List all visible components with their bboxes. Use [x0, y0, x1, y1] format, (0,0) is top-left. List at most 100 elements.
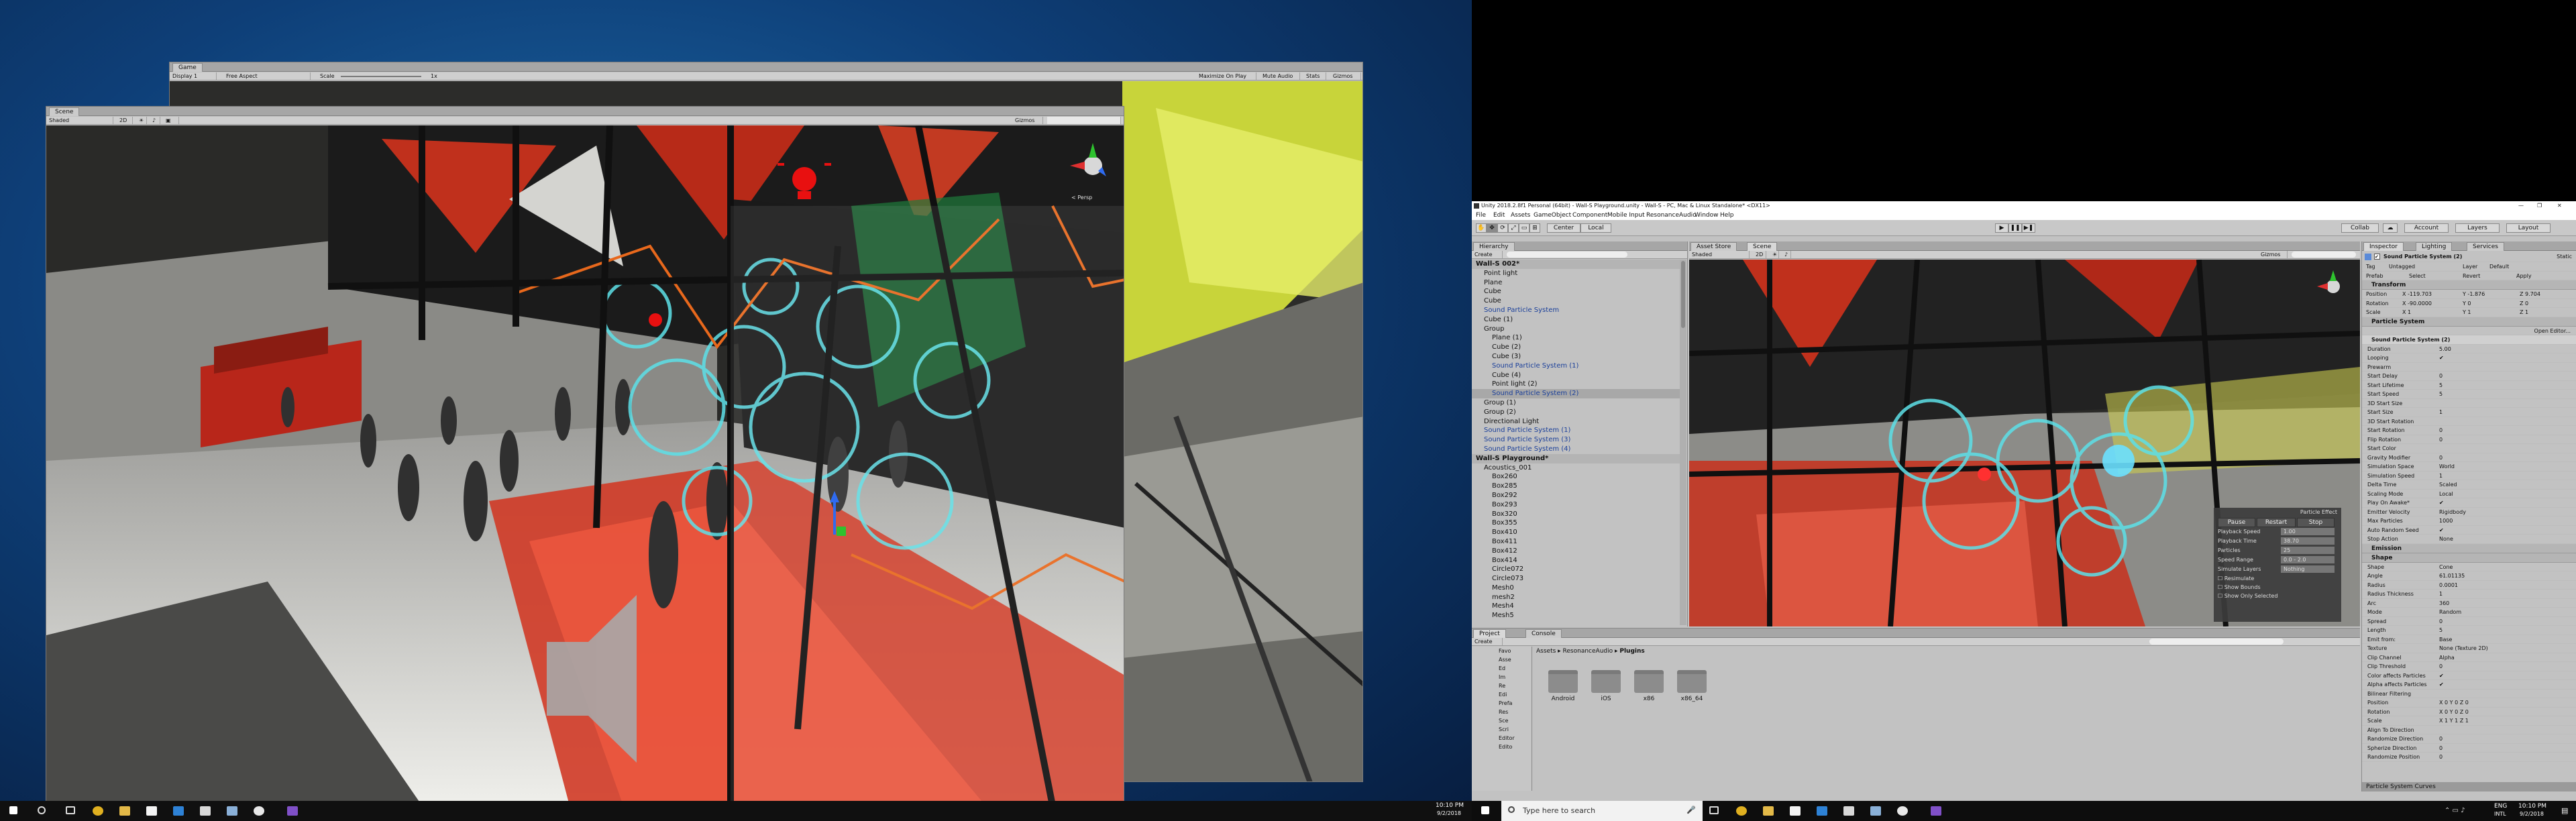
- maximize-on-play-toggle[interactable]: Maximize On Play: [1196, 72, 1256, 80]
- hierarchy-item[interactable]: Cube (2): [1472, 343, 1681, 352]
- object-name-field[interactable]: Sound Particle System (2): [2383, 252, 2462, 262]
- transform-tool-button[interactable]: ⊞: [1529, 223, 1540, 233]
- inspector-field-value[interactable]: None: [2439, 535, 2453, 543]
- hierarchy-item[interactable]: Sound Particle System (4): [1472, 445, 1681, 454]
- tab-services[interactable]: Services: [2467, 242, 2504, 251]
- tag-dropdown[interactable]: Untagged: [2389, 262, 2415, 271]
- particle-effect-checkbox[interactable]: ☐ Show Only Selected: [2214, 592, 2341, 600]
- scene-2d-toggle[interactable]: 2D: [1753, 251, 1766, 258]
- tab-console[interactable]: Console: [1525, 629, 1562, 638]
- scale-slider[interactable]: [341, 76, 421, 77]
- scene-search-input[interactable]: [1047, 117, 1121, 124]
- hierarchy-item[interactable]: Mesh5: [1472, 611, 1681, 620]
- rect-tool-button[interactable]: ▭: [1519, 223, 1529, 233]
- layers-dropdown[interactable]: Layers: [2455, 223, 2500, 233]
- tab-scene[interactable]: Scene: [49, 107, 80, 116]
- particle-effect-value[interactable]: 38.70: [2281, 537, 2334, 545]
- scene-view[interactable]: < Persp: [46, 125, 1124, 804]
- hierarchy-item[interactable]: Directional Light: [1472, 417, 1681, 427]
- hierarchy-item[interactable]: Mesh0: [1472, 584, 1681, 593]
- task-view-icon-right[interactable]: [1709, 806, 1719, 814]
- menu-gameobject[interactable]: GameObject: [1534, 211, 1571, 220]
- scene-view-right[interactable]: Particle Effect Pause Restart Stop Playb…: [1689, 260, 2360, 626]
- hierarchy-item[interactable]: Cube (1): [1472, 315, 1681, 325]
- hierarchy-item[interactable]: Circle072: [1472, 565, 1681, 574]
- inspector-field-value[interactable]: 0: [2439, 744, 2443, 753]
- hierarchy-item[interactable]: Box293: [1472, 500, 1681, 510]
- unity-taskbar-icon[interactable]: [254, 806, 264, 816]
- visual-studio-icon[interactable]: [287, 806, 298, 816]
- breadcrumb-assets[interactable]: Assets: [1536, 648, 1556, 655]
- chrome-icon-right[interactable]: [1736, 806, 1747, 816]
- inspector-field-value[interactable]: Alpha: [2439, 653, 2455, 662]
- inspector-field-value[interactable]: ✔: [2439, 680, 2444, 689]
- hierarchy-item[interactable]: Box285: [1472, 482, 1681, 491]
- hand-tool-button[interactable]: ✋: [1476, 223, 1487, 233]
- inspector-field-value[interactable]: 1: [2439, 590, 2443, 598]
- 2d-toggle[interactable]: 2D: [117, 117, 133, 124]
- hierarchy-item[interactable]: Circle073: [1472, 574, 1681, 584]
- inspector-field-value[interactable]: 5: [2439, 626, 2443, 635]
- inspector-field-value[interactable]: X 0 Y 0 Z 0: [2439, 698, 2469, 707]
- system-tray-icons[interactable]: ⌃ ▭ ♪: [2445, 807, 2465, 814]
- play-button[interactable]: ▶: [1995, 223, 2008, 233]
- right-clock-date[interactable]: 9/2/2018: [2520, 811, 2544, 817]
- inspector-field-value[interactable]: 0: [2439, 453, 2443, 462]
- inspector-field-value[interactable]: Base: [2439, 635, 2452, 644]
- hierarchy-item[interactable]: mesh2: [1472, 593, 1681, 602]
- folder-ios[interactable]: iOS: [1589, 669, 1623, 704]
- scene-search-input-right[interactable]: [2292, 252, 2356, 258]
- particle-effect-value[interactable]: Nothing: [2281, 565, 2334, 573]
- hierarchy-item[interactable]: Group (2): [1472, 408, 1681, 417]
- tab-lighting[interactable]: Lighting: [2416, 242, 2453, 251]
- inspector-field-value[interactable]: ✔: [2439, 353, 2444, 362]
- hierarchy-item[interactable]: Group: [1472, 325, 1681, 334]
- tab-scene-right[interactable]: Scene: [1747, 242, 1778, 251]
- rotation-z[interactable]: Z 0: [2520, 299, 2528, 308]
- particle-effect-value[interactable]: 0.0 - 2.0: [2281, 556, 2334, 563]
- scene-gizmos-dropdown[interactable]: Gizmos: [1012, 117, 1043, 124]
- inspector-field-value[interactable]: ✔: [2439, 671, 2444, 680]
- prefab-apply-button[interactable]: Apply: [2516, 272, 2532, 280]
- hierarchy-item[interactable]: Cube (3): [1472, 352, 1681, 362]
- app-icon[interactable]: [200, 806, 211, 816]
- particle-system-header[interactable]: Particle System: [2362, 317, 2576, 327]
- project-create-dropdown[interactable]: Create: [1472, 638, 1503, 645]
- inspector-field-value[interactable]: ✔: [2439, 498, 2444, 507]
- microphone-icon[interactable]: 🎤: [1686, 806, 1696, 814]
- hierarchy-list[interactable]: Wall-S 002* Point light Plane Cube Cube Sound…: [1472, 260, 1681, 625]
- project-tree-item[interactable]: Re: [1499, 681, 1532, 690]
- unity-editor-window[interactable]: Unity 2018.2.8f1 Personal (64bit) - Wall…: [1472, 201, 2576, 801]
- hierarchy-item[interactable]: Box320: [1472, 510, 1681, 519]
- hierarchy-item[interactable]: Box260: [1472, 472, 1681, 482]
- project-tree-item[interactable]: Favo: [1499, 647, 1532, 655]
- scene-audio-toggle-icon[interactable]: ♪: [1782, 251, 1791, 258]
- inspector-field-value[interactable]: ✔: [2439, 526, 2444, 535]
- tab-asset-store[interactable]: Asset Store: [1690, 242, 1737, 251]
- menu-component[interactable]: Component: [1572, 211, 1607, 220]
- hierarchy-item[interactable]: Mesh4: [1472, 602, 1681, 611]
- left-clock-time[interactable]: 10:10 PM: [1436, 802, 1464, 809]
- inspector-field-value[interactable]: 0: [2439, 372, 2443, 380]
- project-tree-item[interactable]: Asse: [1499, 655, 1532, 664]
- rotation-y[interactable]: Y 0: [2463, 299, 2471, 308]
- particle-effect-value[interactable]: 25: [2281, 547, 2334, 554]
- project-tree-item[interactable]: Edito: [1499, 743, 1532, 751]
- folder-x86[interactable]: x86: [1631, 669, 1666, 704]
- edge-icon[interactable]: [173, 806, 184, 816]
- inspector-field-value[interactable]: Scaled: [2439, 480, 2457, 489]
- hierarchy-item[interactable]: Sound Particle System (1): [1472, 426, 1681, 435]
- particle-effect-value[interactable]: 1.00: [2281, 528, 2334, 535]
- rotation-x[interactable]: X -90.0000: [2402, 299, 2432, 308]
- stats-toggle[interactable]: Stats: [1303, 72, 1326, 80]
- inspector-field-value[interactable]: 0: [2439, 435, 2443, 444]
- prefab-select-button[interactable]: Select: [2409, 272, 2426, 280]
- task-view-icon[interactable]: [66, 806, 75, 814]
- file-explorer-icon-right[interactable]: [1763, 806, 1774, 816]
- pivot-center-toggle[interactable]: Center: [1547, 223, 1580, 233]
- static-toggle[interactable]: Static: [2557, 252, 2572, 262]
- inspector-field-value[interactable]: 0: [2439, 734, 2443, 743]
- menu-mobile-input[interactable]: Mobile Input: [1607, 211, 1645, 220]
- breadcrumb-resonance-audio[interactable]: ResonanceAudio: [1563, 648, 1613, 655]
- windows-start-icon[interactable]: [9, 806, 17, 814]
